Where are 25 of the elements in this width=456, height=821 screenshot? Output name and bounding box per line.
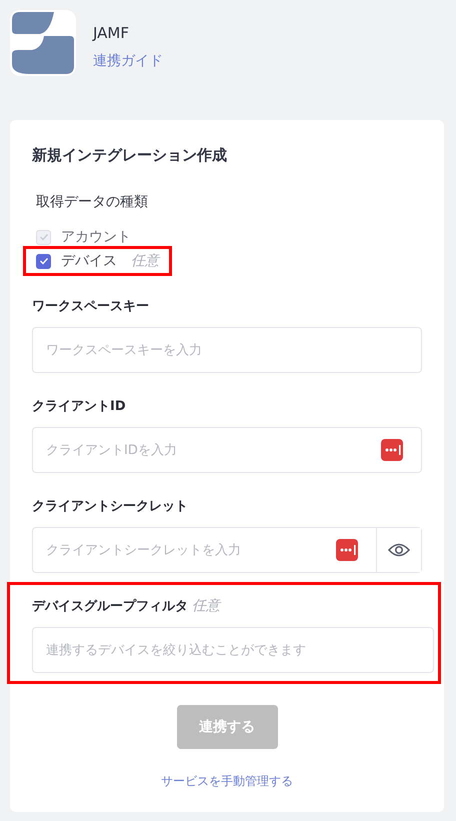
- check-icon: [38, 232, 48, 242]
- form-title: 新規インテグレーション作成: [32, 146, 228, 165]
- show-password-button[interactable]: [376, 528, 421, 572]
- input-box[interactable]: クライアントシークレットを入力: [32, 527, 422, 573]
- check-icon: [38, 256, 48, 266]
- input-field[interactable]: クライアントシークレットを入力: [33, 528, 336, 572]
- password-manager-icon[interactable]: [381, 439, 403, 461]
- input-field[interactable]: 連携するデバイスを絞り込むことができます: [33, 628, 433, 672]
- field-label: クライアントID: [32, 399, 126, 414]
- field-label: クライアントシークレット: [32, 499, 188, 514]
- integration-title: JAMF: [93, 24, 130, 42]
- manual-manage-link[interactable]: サービスを手動管理する: [161, 773, 293, 790]
- eye-icon: [388, 543, 410, 557]
- field-label: デバイスグループフィルタ: [32, 599, 188, 614]
- input-field[interactable]: ワークスペースキーを入力: [33, 328, 421, 372]
- optional-tag: 任意: [131, 252, 159, 270]
- password-manager-icon[interactable]: [336, 539, 358, 561]
- checkbox-label: アカウント: [61, 228, 131, 246]
- data-type-label: 取得データの種類: [36, 193, 149, 211]
- optional-tag: 任意: [192, 598, 220, 614]
- guide-link[interactable]: 連携ガイド: [93, 52, 163, 70]
- field-label: ワークスペースキー: [32, 299, 149, 314]
- checkbox[interactable]: [36, 254, 51, 268]
- logo-icon: [10, 10, 76, 76]
- checkbox-label: デバイス: [61, 252, 117, 270]
